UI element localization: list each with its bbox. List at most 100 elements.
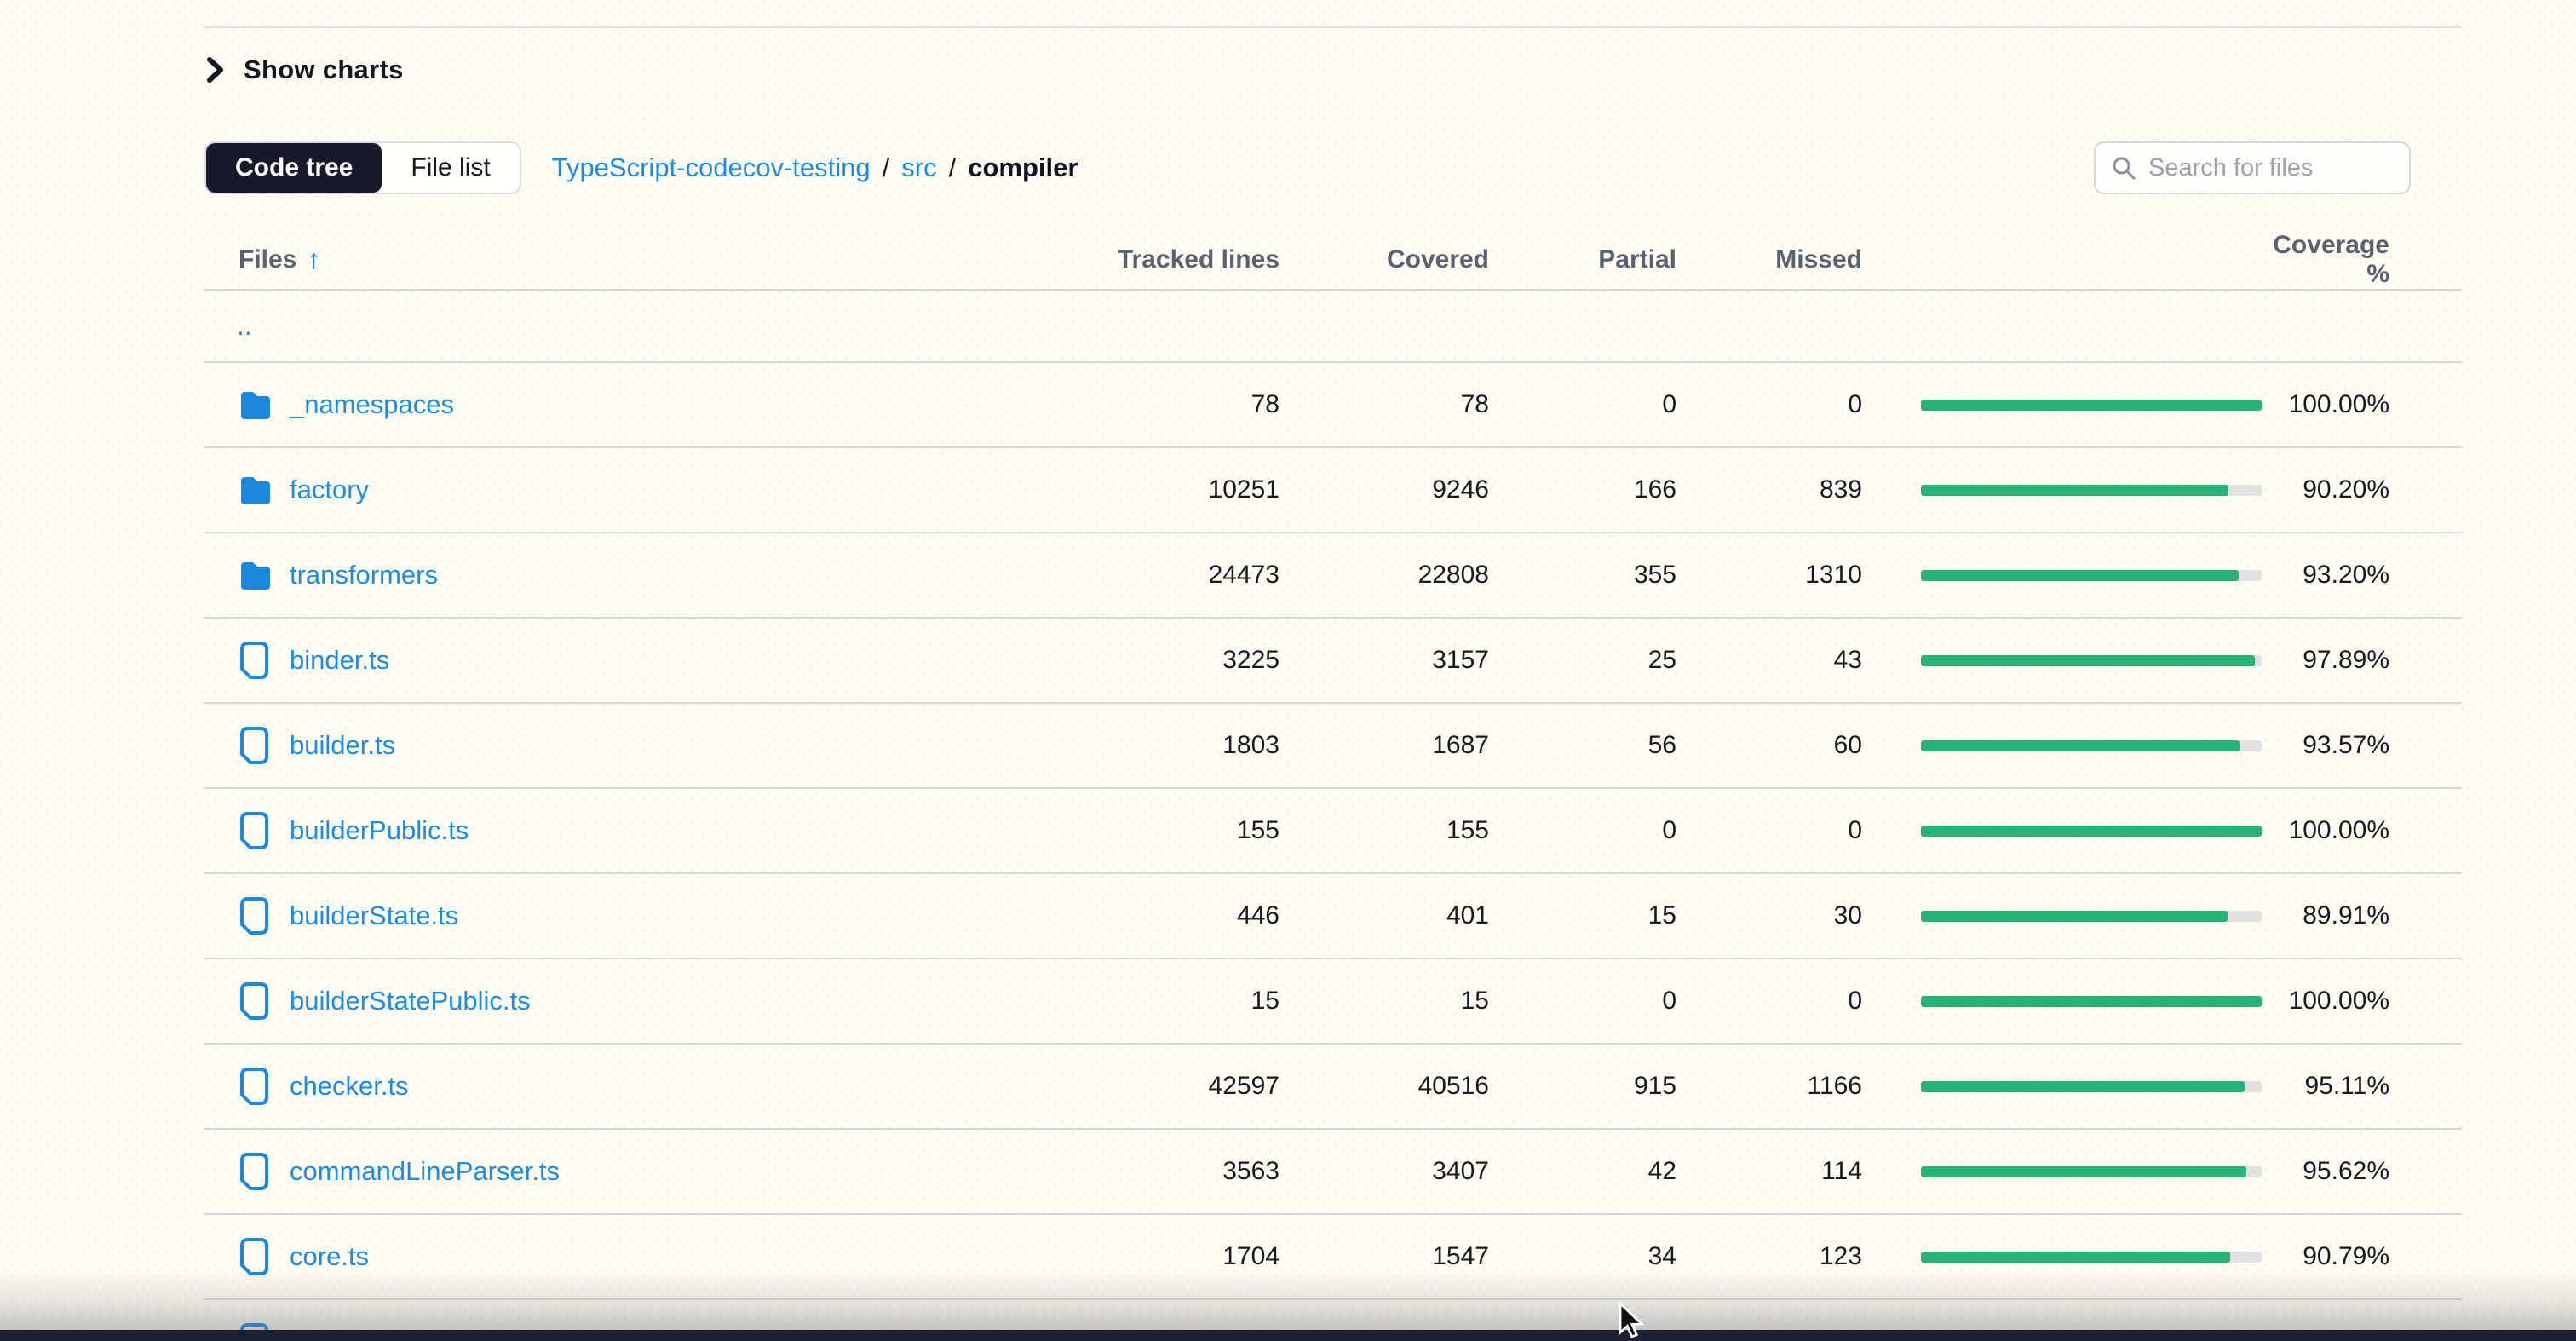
view-toggle: Code tree File list <box>204 141 521 194</box>
tracked-lines-value: 155 <box>1067 816 1279 845</box>
covered-value: 78 <box>1279 390 1489 419</box>
file-link[interactable]: checker.ts <box>290 1071 409 1102</box>
breadcrumb-separator: / <box>883 153 890 183</box>
file-name-cell: builderPublic.ts <box>204 812 1067 849</box>
search-input[interactable] <box>2148 154 2394 182</box>
partial-value: 0 <box>1489 390 1676 419</box>
coverage-bar-track <box>1921 740 2262 751</box>
partial-value: 42 <box>1489 1157 1676 1186</box>
table-header: Files ↑ Tracked lines Covered Partial Mi… <box>204 230 2462 291</box>
coverage-percent: 93.57% <box>2262 731 2389 760</box>
missed-value: 43 <box>1676 646 1862 675</box>
coverage-bar-fill <box>1921 740 2240 751</box>
file-link[interactable]: builderPublic.ts <box>290 815 469 846</box>
table-row: builderPublic.ts 155 155 0 0 100.00% <box>204 789 2462 874</box>
covered-value: 22808 <box>1279 561 1489 590</box>
missed-value: 0 <box>1676 987 1862 1016</box>
file-icon <box>239 897 273 935</box>
coverage-bar-cell <box>1862 400 2262 411</box>
file-link[interactable]: builderState.ts <box>290 901 458 931</box>
partial-value: 355 <box>1489 561 1676 590</box>
file-name-cell: binder.ts <box>204 642 1067 679</box>
breadcrumb-src-link[interactable]: src <box>901 153 936 183</box>
coverage-bar-cell <box>1862 570 2262 581</box>
file-list-button[interactable]: File list <box>382 143 519 193</box>
covered-value: 401 <box>1279 901 1489 930</box>
header-covered[interactable]: Covered <box>1279 245 1489 274</box>
folder-icon <box>239 471 273 509</box>
coverage-percent: 89.91% <box>2262 901 2389 930</box>
table-row: binder.ts 3225 3157 25 43 97.89% <box>204 619 2462 704</box>
coverage-bar-track <box>1921 400 2262 411</box>
coverage-percent: 97.89% <box>2262 646 2389 675</box>
file-link[interactable]: binder.ts <box>290 645 389 676</box>
coverage-bar-track <box>1921 996 2262 1007</box>
parent-directory-link[interactable]: .. <box>237 310 252 342</box>
partial-value: 56 <box>1489 731 1676 760</box>
coverage-bar-cell <box>1862 485 2262 496</box>
missed-value: 114 <box>1676 1157 1862 1186</box>
partial-value: 0 <box>1489 816 1676 845</box>
coverage-bar-track <box>1921 911 2262 922</box>
file-search <box>2094 141 2411 194</box>
partial-value: 34 <box>1489 1242 1676 1271</box>
breadcrumb-separator: / <box>949 153 957 183</box>
header-coverage[interactable]: Coverage % <box>2262 231 2389 289</box>
coverage-bar-cell <box>1862 655 2262 666</box>
header-tracked-lines[interactable]: Tracked lines <box>1067 245 1279 274</box>
show-charts-label: Show charts <box>244 55 404 85</box>
search-icon <box>2111 155 2136 181</box>
coverage-bar-fill <box>1921 1166 2246 1177</box>
coverage-bar-fill <box>1921 400 2262 411</box>
breadcrumb-repo-link[interactable]: TypeScript-codecov-testing <box>552 153 871 183</box>
coverage-bar-fill <box>1921 1252 2230 1263</box>
covered-value: 9246 <box>1279 475 1489 504</box>
coverage-percent: 95.62% <box>2262 1157 2389 1186</box>
file-icon <box>239 1238 273 1275</box>
table-body: _namespaces 78 78 0 0 100.00% factory <box>204 363 2462 1341</box>
show-charts-toggle[interactable]: Show charts <box>204 55 404 85</box>
partial-value: 915 <box>1489 1072 1676 1101</box>
breadcrumb-current: compiler <box>968 153 1078 183</box>
table-row: core.ts 1704 1547 34 123 90.79% <box>204 1215 2462 1300</box>
code-tree-button[interactable]: Code tree <box>206 143 382 193</box>
partial-value: 166 <box>1489 475 1676 504</box>
partial-value: 0 <box>1489 987 1676 1016</box>
file-link[interactable]: builder.ts <box>290 730 395 761</box>
file-name-cell: checker.ts <box>204 1068 1067 1105</box>
chevron-right-icon <box>204 55 227 84</box>
bottom-edge-strip <box>0 1330 2576 1341</box>
file-link[interactable]: _namespaces <box>290 389 454 420</box>
file-link[interactable]: commandLineParser.ts <box>290 1156 560 1187</box>
coverage-bar-fill <box>1921 485 2228 496</box>
tracked-lines-value: 42597 <box>1067 1072 1279 1101</box>
coverage-bar-cell <box>1862 1081 2262 1092</box>
coverage-bar-cell <box>1862 996 2262 1007</box>
tracked-lines-value: 446 <box>1067 901 1279 930</box>
table-row: builder.ts 1803 1687 56 60 93.57% <box>204 704 2462 789</box>
top-divider <box>204 26 2462 28</box>
coverage-bar-fill <box>1921 996 2262 1007</box>
file-link[interactable]: core.ts <box>290 1241 369 1272</box>
header-partial[interactable]: Partial <box>1489 245 1676 274</box>
file-name-cell: factory <box>204 471 1067 509</box>
tracked-lines-value: 24473 <box>1067 561 1279 590</box>
file-link[interactable]: transformers <box>290 560 438 590</box>
covered-value: 3157 <box>1279 646 1489 675</box>
file-name-cell: builderStatePublic.ts <box>204 982 1067 1020</box>
missed-value: 60 <box>1676 731 1862 760</box>
missed-value: 0 <box>1676 390 1862 419</box>
tracked-lines-value: 1704 <box>1067 1242 1279 1271</box>
covered-value: 1687 <box>1279 731 1489 760</box>
file-link[interactable]: factory <box>290 475 369 505</box>
file-icon <box>239 1153 273 1190</box>
table-row: _namespaces 78 78 0 0 100.00% <box>204 363 2462 448</box>
files-table: Files ↑ Tracked lines Covered Partial Mi… <box>204 230 2462 1341</box>
coverage-percent: 90.20% <box>2262 475 2389 504</box>
coverage-bar-cell <box>1862 1166 2262 1177</box>
header-missed[interactable]: Missed <box>1676 245 1862 274</box>
table-row: builderState.ts 446 401 15 30 89.91% <box>204 874 2462 959</box>
file-link[interactable]: builderStatePublic.ts <box>290 986 531 1016</box>
coverage-bar-cell <box>1862 826 2262 837</box>
header-files[interactable]: Files ↑ <box>204 244 1067 275</box>
